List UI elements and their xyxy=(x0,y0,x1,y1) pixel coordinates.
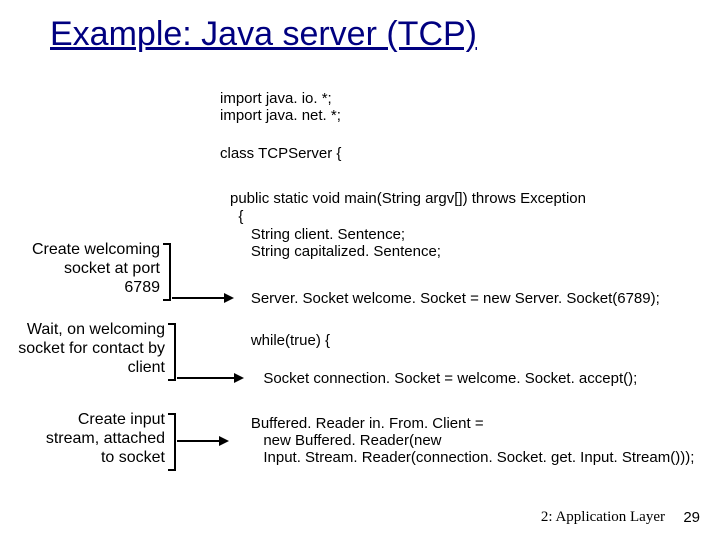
code-welcome-socket: Server. Socket welcome. Socket = new Ser… xyxy=(230,290,660,307)
bracket-icon xyxy=(168,413,176,471)
bracket-icon xyxy=(168,323,176,381)
arrow-icon xyxy=(177,440,227,442)
arrow-icon xyxy=(177,377,242,379)
code-decls: String client. Sentence; String capitali… xyxy=(230,226,441,260)
code-buffered-reader: Buffered. Reader in. From. Client = new … xyxy=(230,415,694,466)
annotation-create-socket: Create welcoming socket at port 6789 xyxy=(30,240,160,298)
annotation-create-input: Create input stream, attached to socket xyxy=(40,410,165,468)
annotation-wait-contact: Wait, on welcoming socket for contact by… xyxy=(10,320,165,378)
footer-chapter-label: 2: Application Layer xyxy=(541,509,665,526)
code-class-decl: class TCPServer { xyxy=(220,145,341,162)
page-number: 29 xyxy=(683,509,700,526)
arrow-icon xyxy=(172,297,232,299)
code-while: while(true) { xyxy=(230,332,330,349)
bracket-icon xyxy=(163,243,171,301)
slide: Example: Java server (TCP) import java. … xyxy=(0,0,720,540)
code-accept: Socket connection. Socket = welcome. Soc… xyxy=(230,370,637,387)
code-imports: import java. io. *; import java. net. *; xyxy=(220,90,341,124)
slide-title: Example: Java server (TCP) xyxy=(50,15,477,54)
code-brace: { xyxy=(230,208,243,225)
code-main-sig: public static void main(String argv[]) t… xyxy=(230,190,586,207)
